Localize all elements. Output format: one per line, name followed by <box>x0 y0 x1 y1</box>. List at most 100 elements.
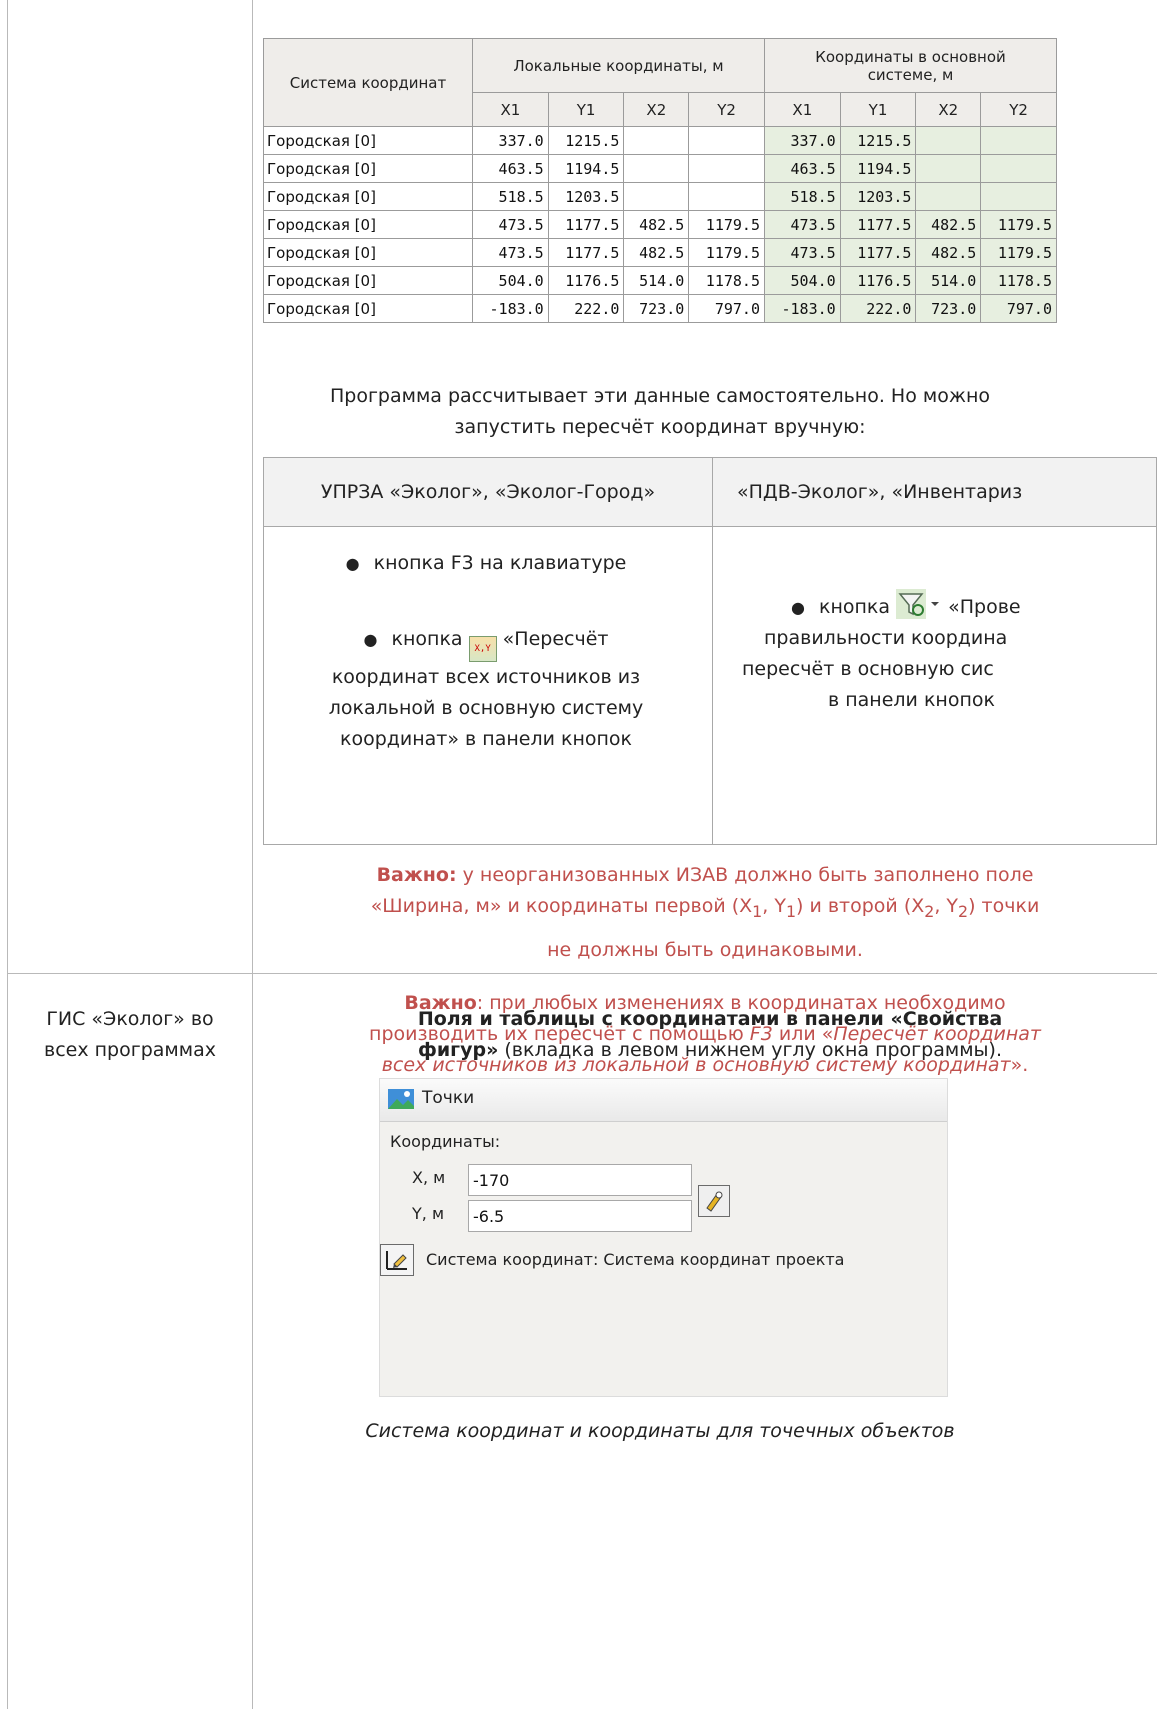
funnel-check-icon[interactable] <box>896 589 942 619</box>
y-label: Y, м <box>412 1204 445 1223</box>
buttons-header-left: УПРЗА «Эколог», «Эколог-Город» <box>263 457 713 527</box>
coordinates-label: Координаты: <box>390 1132 501 1151</box>
table-row[interactable]: Городская [0] 473.5 1177.5 482.5 1179.5 473.5… <box>263 210 1057 239</box>
column-group-main[interactable]: Координаты в основной системе, м <box>763 38 1058 93</box>
coordinate-cell <box>915 182 982 211</box>
coordinate-cell: 482.5 <box>623 238 690 267</box>
coordinate-cell: 222.0 <box>839 294 917 323</box>
coordinate-cell: 482.5 <box>915 238 982 267</box>
coordinate-cell <box>623 182 690 211</box>
coordinate-cell <box>915 154 982 183</box>
coordinate-cell: 1176.5 <box>839 266 917 295</box>
coordinate-cell: 518.5 <box>763 182 841 211</box>
coordinate-cell <box>980 126 1057 155</box>
coordinate-cell: 504.0 <box>763 266 841 295</box>
left-item-f3: ● кнопка F3 на клавиатуре <box>345 552 627 574</box>
gis-row-label: ГИС «Эколог» во всех программах <box>44 1008 216 1061</box>
right-item-check-button: ● кнопка «Прове правильности координа пер… <box>710 589 1157 716</box>
intro-paragraph: Программа рассчитывает эти данные самост… <box>263 381 1057 443</box>
coordinate-cell: 1178.5 <box>688 266 765 295</box>
coordinate-cell: 504.0 <box>472 266 549 295</box>
coordinate-cell: 473.5 <box>763 238 841 267</box>
coordinate-cell: 723.0 <box>623 294 690 323</box>
buttons-header-right: «ПДВ-Эколог», «Инвентариз <box>712 457 1157 527</box>
column-header-x1[interactable]: X1 <box>472 92 549 127</box>
coordinate-cell: 518.5 <box>472 182 549 211</box>
coordinate-cell: -183.0 <box>763 294 841 323</box>
coordinate-cell: 1179.5 <box>980 238 1057 267</box>
coordinate-cell: 222.0 <box>547 294 625 323</box>
coordinate-cell: 514.0 <box>915 266 982 295</box>
system-value: Система координат проекта <box>603 1250 845 1269</box>
column-header-y2[interactable]: Y2 <box>688 92 765 127</box>
x-label: X, м <box>412 1168 446 1187</box>
coordinate-cell <box>623 154 690 183</box>
coordinate-cell: 1177.5 <box>839 238 917 267</box>
gis-row-heading: Поля и таблицы с координатами в панели «… <box>417 1008 1003 1061</box>
coordinate-cell <box>688 126 765 155</box>
outer-table-left-border <box>7 0 8 1709</box>
coordinate-cell: 337.0 <box>472 126 549 155</box>
row-system-cell: Городская [0] <box>263 154 473 183</box>
row-system-cell: Городская [0] <box>263 126 473 155</box>
table-row[interactable]: Городская [0] 504.0 1176.5 514.0 1178.5 504.0… <box>263 266 1057 295</box>
column-group-local[interactable]: Локальные координаты, м <box>472 38 765 93</box>
pick-point-button[interactable] <box>698 1185 730 1217</box>
row-system-cell: Городская [0] <box>263 294 473 323</box>
panel-title: Точки <box>422 1088 475 1108</box>
coordinate-cell: 1194.5 <box>547 154 625 183</box>
table-row[interactable]: Городская [0] 473.5 1177.5 482.5 1179.5 473.5… <box>263 238 1057 267</box>
coordinate-cell <box>980 182 1057 211</box>
coordinate-cell <box>980 154 1057 183</box>
coordinate-cell: 1176.5 <box>547 266 625 295</box>
column-header-y2[interactable]: Y2 <box>980 92 1057 127</box>
pick-on-map-icon <box>706 1191 723 1212</box>
panel-title-bar: Точки <box>380 1079 947 1122</box>
coordinate-cell <box>688 182 765 211</box>
panel-caption: Система координат и координаты для точеч… <box>365 1420 955 1442</box>
table-row[interactable]: Городская [0] 337.0 1215.5 337.0 1215.5 <box>263 126 1057 155</box>
intro-line-1: Программа рассчитывает эти данные самост… <box>329 385 991 407</box>
table-row[interactable]: Городская [0] 518.5 1203.5 518.5 1203.5 <box>263 182 1057 211</box>
coordinate-cell: 473.5 <box>763 210 841 239</box>
coordinate-cell: 723.0 <box>915 294 982 323</box>
outer-table-col-divider <box>252 0 253 1709</box>
table-row[interactable]: Городская [0] -183.0 222.0 723.0 797.0 -183.0… <box>263 294 1057 323</box>
coordinate-cell: 1177.5 <box>839 210 917 239</box>
coordinate-cell: 1215.5 <box>839 126 917 155</box>
coordinate-cell: 473.5 <box>472 238 549 267</box>
column-header-x1[interactable]: X1 <box>763 92 841 127</box>
coordinate-cell: 1179.5 <box>688 210 765 239</box>
coordinate-cell: 1194.5 <box>839 154 917 183</box>
row-system-cell: Городская [0] <box>263 182 473 211</box>
column-header-x2[interactable]: X2 <box>915 92 982 127</box>
coordinate-cell: 1179.5 <box>688 238 765 267</box>
coordinate-cell <box>688 154 765 183</box>
table-row[interactable]: Городская [0] 463.5 1194.5 463.5 1194.5 <box>263 154 1057 183</box>
left-item-recalc-button: ● кнопка X,Y «Пересчёт координат всех ист… <box>328 628 644 750</box>
outer-table-row-divider <box>7 973 1157 974</box>
x-coordinate-input[interactable] <box>468 1164 692 1196</box>
coordinate-cell: -183.0 <box>472 294 549 323</box>
coordinate-cell: 463.5 <box>763 154 841 183</box>
coordinate-cell: 473.5 <box>472 210 549 239</box>
coordinate-cell: 1203.5 <box>839 182 917 211</box>
coordinate-system-button[interactable] <box>380 1244 414 1276</box>
coordinates-table: Система координат Локальные координаты, … <box>263 38 1058 323</box>
column-header-y1[interactable]: Y1 <box>547 92 625 127</box>
coordinate-cell: 797.0 <box>688 294 765 323</box>
coordinate-cell: 1179.5 <box>980 210 1057 239</box>
column-header-y1[interactable]: Y1 <box>839 92 917 127</box>
recalc-coordinates-icon[interactable]: X,Y <box>468 636 497 662</box>
coordinate-cell: 1203.5 <box>547 182 625 211</box>
coordinate-cell: 337.0 <box>763 126 841 155</box>
coordinate-cell: 1215.5 <box>547 126 625 155</box>
edit-axes-icon <box>386 1251 407 1270</box>
column-header-x2[interactable]: X2 <box>623 92 690 127</box>
properties-panel: Точки Координаты: X, м Y, м Система коор… <box>379 1078 948 1397</box>
y-coordinate-input[interactable] <box>468 1200 692 1232</box>
intro-line-2: запустить пересчёт координат вручную: <box>454 416 866 438</box>
coordinate-cell <box>915 126 982 155</box>
column-header-system[interactable]: Система координат <box>263 38 473 127</box>
coordinate-cell: 1178.5 <box>980 266 1057 295</box>
